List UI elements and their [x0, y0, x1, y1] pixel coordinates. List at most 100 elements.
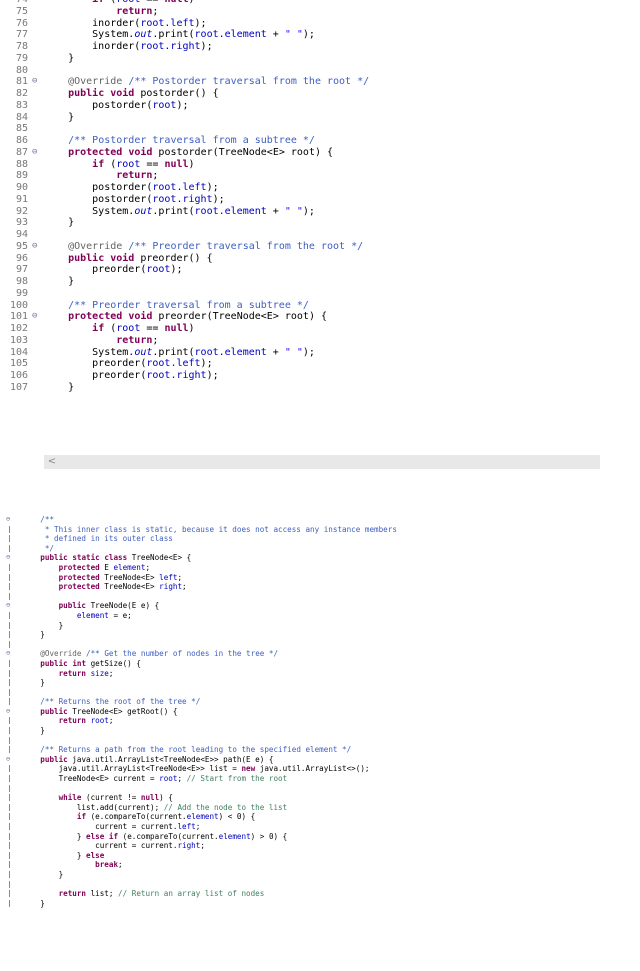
code-text: public int getSize() {: [22, 659, 141, 669]
fold-toggle-icon[interactable]: ⊖: [32, 241, 37, 253]
code-token: /** Get the number of nodes in the tree …: [86, 649, 279, 659]
code-token: out: [134, 205, 153, 217]
fold-toggle-icon[interactable]: ⊖: [32, 311, 37, 323]
code-text: public void preorder() {: [44, 253, 213, 265]
code-token: postorder(: [44, 193, 153, 205]
code-token: else: [86, 850, 105, 860]
code-token: postorder(TreeNode<E> root) {: [152, 146, 334, 158]
code-token: void: [128, 311, 153, 323]
line-number: 75: [15, 5, 28, 17]
code-token: preorder(TreeNode<E> root) {: [152, 311, 328, 323]
code-text: break;: [22, 860, 122, 870]
code-text: protected E element;: [22, 563, 150, 573]
line-number: 105: [9, 358, 28, 370]
code-token: return: [58, 668, 87, 678]
code-token: return: [58, 716, 87, 726]
fold-toggle-icon[interactable]: ⊖: [32, 76, 37, 88]
code-token: );: [176, 99, 189, 111]
fold-toggle-icon[interactable]: ⊖: [6, 707, 10, 717]
code-token: +: [266, 29, 285, 41]
code-token: );: [212, 193, 225, 205]
code-token: }: [22, 620, 64, 630]
code-text: public TreeNode<E> getRoot() {: [22, 707, 177, 717]
code-token: (current !=: [81, 793, 141, 803]
code-token: java.util.ArrayList<TreeNode<E>> list =: [22, 764, 242, 774]
fold-guide: [9, 611, 10, 619]
code-token: void: [110, 252, 135, 264]
code-text: }: [44, 217, 74, 229]
fold-guide: [9, 851, 10, 859]
line-number: 90: [15, 182, 28, 193]
scroll-left-arrow-icon[interactable]: <: [46, 455, 58, 469]
code-token: ;: [152, 5, 159, 17]
line-number: 106: [9, 370, 28, 381]
code-token: root.left: [146, 358, 201, 370]
fold-toggle-icon[interactable]: ⊖: [32, 147, 37, 159]
code-text: public static class TreeNode<E> {: [22, 553, 191, 563]
code-token: getSize() {: [86, 658, 141, 668]
code-token: null: [164, 323, 189, 334]
line-number: 84: [15, 111, 28, 123]
code-token: );: [200, 358, 213, 370]
fold-guide: [9, 775, 10, 783]
code-token: (: [104, 158, 117, 170]
code-text: System.out.print(root.element + " ");: [44, 206, 315, 218]
fold-toggle-icon[interactable]: ⊖: [6, 755, 10, 765]
fold-guide: [9, 573, 10, 581]
horizontal-scrollbar[interactable]: <: [44, 455, 600, 469]
code-token: ;: [200, 841, 205, 851]
line-number: 94: [15, 229, 28, 240]
code-text: postorder(root.left);: [44, 182, 218, 194]
code-token: System.: [44, 346, 135, 358]
code-token: .print(: [152, 346, 195, 358]
code-token: preorder(: [44, 370, 147, 381]
fold-guide: [9, 784, 10, 792]
code-text: return;: [44, 170, 158, 182]
code-token: (: [104, 323, 117, 334]
line-number: 99: [15, 287, 28, 299]
code-token: ;: [177, 774, 187, 784]
line-number: 101: [9, 311, 28, 323]
code-token: " ": [284, 205, 303, 217]
code-text: System.out.print(root.element + " ");: [44, 347, 315, 359]
code-token: current = current.: [22, 841, 178, 851]
code-token: ;: [152, 334, 159, 346]
code-token: );: [200, 41, 213, 52]
code-text: /** Preorder traversal from a subtree */: [44, 300, 309, 312]
code-token: element: [186, 812, 219, 822]
fold-guide: [9, 890, 10, 898]
code-text: }: [44, 112, 74, 124]
code-token: ) > 0) {: [250, 831, 288, 841]
code-token: return: [116, 334, 153, 346]
fold-toggle-icon[interactable]: ⊖: [6, 601, 10, 611]
fold-toggle-icon[interactable]: ⊖: [6, 515, 10, 525]
code-text: protected void postorder(TreeNode<E> roo…: [44, 147, 333, 159]
code-text: }: [44, 53, 74, 65]
code-token: }: [22, 850, 87, 860]
fold-toggle-icon[interactable]: ⊖: [6, 649, 10, 659]
code-text: /**: [22, 515, 54, 525]
code-token: root: [116, 323, 141, 334]
fold-guide: [9, 669, 10, 677]
code-token: ;: [108, 716, 114, 726]
editor-bottom-pane[interactable]: ⊖ /** * This inner class is static, beca…: [0, 478, 640, 971]
code-token: ==: [140, 158, 165, 170]
code-text: current = current.right;: [22, 841, 205, 851]
code-token: protected: [58, 582, 100, 592]
editor-top-pane[interactable]: 74 if (root == null)75 return;76 inorder…: [0, 0, 640, 478]
code-text: inorder(root.right);: [44, 41, 213, 53]
fold-toggle-icon[interactable]: ⊖: [6, 553, 10, 563]
fold-guide: [9, 631, 10, 639]
line-number: 81: [15, 76, 28, 88]
fold-guide: [9, 832, 10, 840]
code-text: protected TreeNode<E> left;: [22, 573, 182, 583]
code-token: .print(: [152, 29, 195, 41]
code-token: E: [99, 562, 114, 572]
code-token: if: [92, 0, 104, 5]
line-number: 89: [15, 170, 28, 182]
